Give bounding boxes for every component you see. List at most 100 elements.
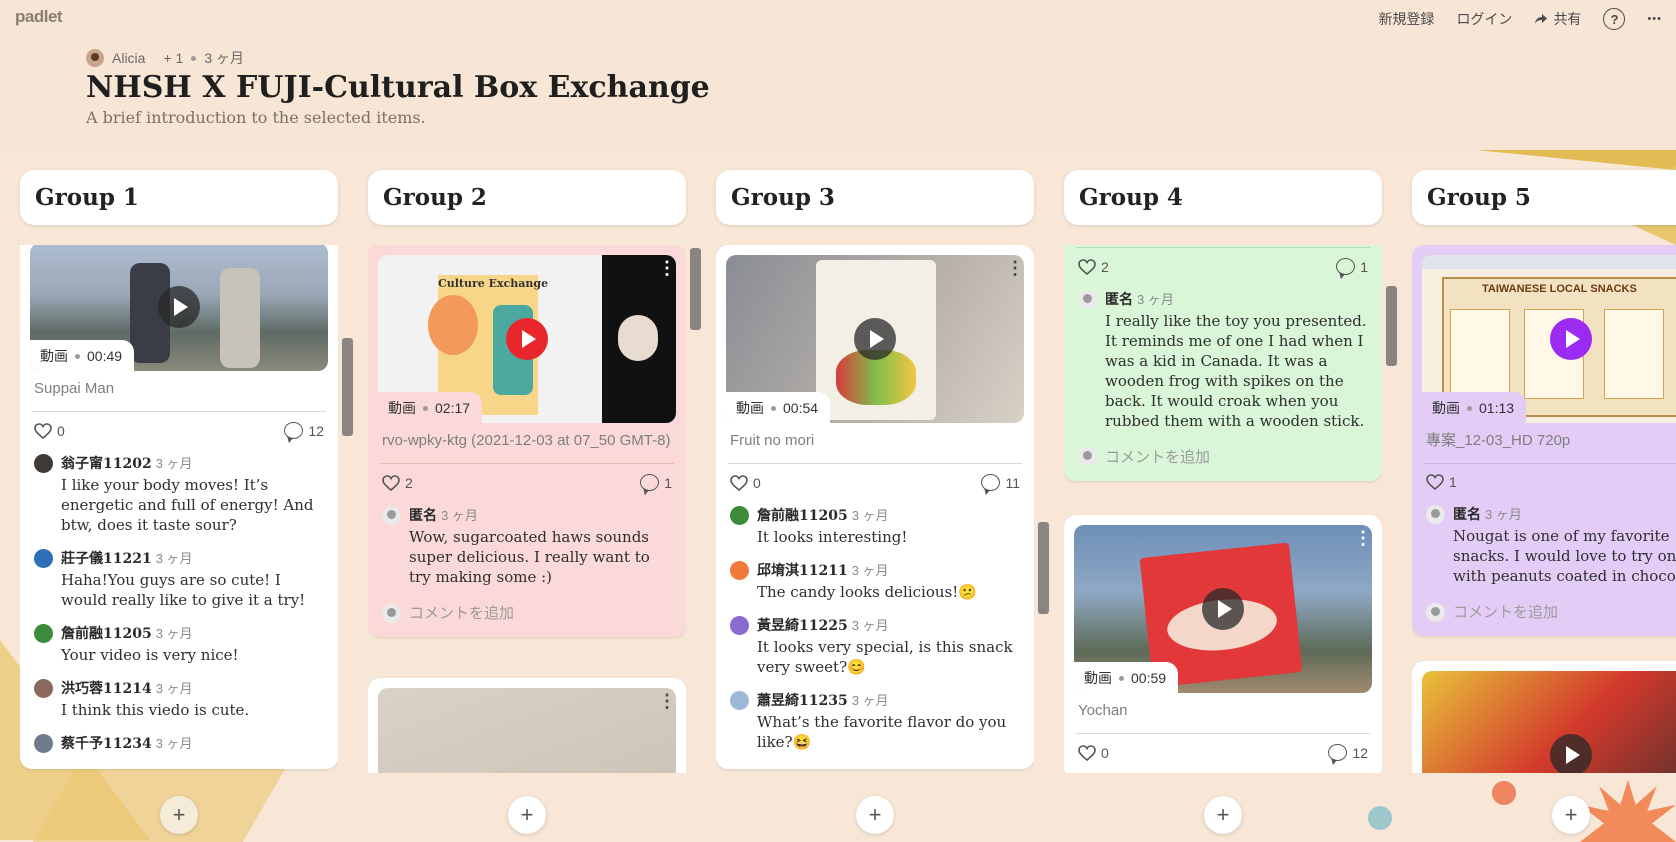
- comment-button[interactable]: 11: [981, 474, 1020, 492]
- column-scrollbar[interactable]: [690, 248, 701, 330]
- play-icon[interactable]: [1550, 318, 1592, 360]
- column-title[interactable]: Group 5: [1412, 170, 1676, 225]
- video-label: 動画: [1084, 670, 1112, 686]
- play-icon[interactable]: [158, 286, 200, 328]
- add-comment-input[interactable]: コメントを追加: [378, 594, 676, 627]
- comment-button[interactable]: 12: [284, 422, 324, 440]
- divider: [728, 463, 1022, 465]
- column-title[interactable]: Group 3: [716, 170, 1034, 225]
- comment-item: 詹前融11205 3 ヶ月 It looks interesting!: [726, 499, 1024, 554]
- play-icon[interactable]: [1550, 734, 1592, 773]
- add-post-button[interactable]: +: [1552, 796, 1590, 834]
- column-scrollbar[interactable]: [1038, 522, 1049, 614]
- add-comment-input[interactable]: コメントを追加: [1422, 593, 1676, 626]
- comment-item: 邱堉淇11211 3 ヶ月 The candy looks delicious!😕: [726, 554, 1024, 609]
- post-title: Fruit no mori: [730, 432, 815, 449]
- board-age: 3 ヶ月: [204, 50, 245, 66]
- like-button[interactable]: 0: [730, 475, 761, 491]
- share-button[interactable]: 共有: [1534, 9, 1581, 29]
- post-card[interactable]: ⋮: [368, 678, 686, 773]
- like-count: 0: [57, 422, 65, 439]
- anonymous-avatar: [382, 603, 401, 623]
- add-comment-placeholder: コメントを追加: [1105, 448, 1211, 466]
- comment-button[interactable]: 1: [640, 474, 672, 492]
- comment-icon: [284, 422, 304, 440]
- like-button[interactable]: 2: [1078, 259, 1109, 275]
- author-name[interactable]: Alicia: [112, 50, 145, 66]
- reactions-bar: 0 11: [726, 466, 1024, 499]
- video-thumbnail[interactable]: ⋮ 動画 00:54: [726, 255, 1024, 423]
- commenter-name: 詹前融11205: [757, 508, 848, 525]
- login-link[interactable]: ログイン: [1456, 9, 1512, 29]
- video-thumbnail[interactable]: [1422, 671, 1676, 773]
- image-thumbnail[interactable]: ⋮: [378, 688, 676, 773]
- post-card[interactable]: [1412, 661, 1676, 773]
- comment-text: I think this viedo is cute.: [61, 700, 250, 719]
- comment-icon: [640, 474, 660, 492]
- video-label: 動画: [40, 348, 68, 364]
- add-comment-input[interactable]: コメントを追加: [1074, 438, 1372, 471]
- more-icon[interactable]: ⋮: [658, 692, 676, 712]
- post-card[interactable]: Culture Exchange ⋮ 動画 02:17 rvo-wpky-ktg…: [368, 245, 686, 638]
- decor-dot: [1492, 781, 1516, 805]
- comment-button[interactable]: 12: [1328, 744, 1368, 762]
- signup-link[interactable]: 新規登録: [1378, 9, 1434, 29]
- video-thumbnail[interactable]: Culture Exchange ⋮ 動画 02:17: [378, 255, 676, 423]
- reactions-bar: 2 1: [1074, 250, 1372, 283]
- like-button[interactable]: 1: [1426, 474, 1457, 491]
- like-button[interactable]: 0: [1078, 745, 1109, 761]
- more-icon[interactable]: ⋮: [1354, 529, 1372, 549]
- column-group-4: Group 4 2 1 匿名 3 ヶ月 I really like the toy…: [1064, 170, 1382, 773]
- comment-time: 3 ヶ月: [155, 680, 193, 696]
- add-post-button[interactable]: +: [1204, 796, 1242, 834]
- post-card[interactable]: ⋮ 動画 00:59 Yochan 0 12: [1064, 515, 1382, 773]
- divider: [1076, 247, 1370, 248]
- anonymous-avatar: [382, 506, 401, 526]
- more-icon[interactable]: ⋮: [1006, 259, 1024, 279]
- add-post-button[interactable]: +: [160, 796, 198, 834]
- like-button[interactable]: 2: [382, 475, 413, 491]
- more-icon[interactable]: ⋮: [658, 259, 676, 279]
- video-thumbnail[interactable]: ⋮ 動画 00:59: [1074, 525, 1372, 693]
- video-thumbnail[interactable]: TAIWANESE LOCAL SNACKS 動画 01:13: [1422, 255, 1676, 423]
- column-title[interactable]: Group 2: [368, 170, 686, 225]
- post-card[interactable]: 動画 00:49 Suppai Man 0 12 翁子甯11202 3 ヶ月 I…: [20, 245, 338, 769]
- column-title[interactable]: Group 4: [1064, 170, 1382, 225]
- add-comment-placeholder: コメントを追加: [1453, 604, 1559, 622]
- person-figure: [220, 268, 260, 368]
- more-icon[interactable]: •••: [1647, 13, 1662, 25]
- column-scrollbar[interactable]: [342, 338, 353, 436]
- heart-icon: [382, 474, 400, 491]
- commenter-name: 匿名: [1105, 292, 1133, 308]
- slide-box: [1604, 309, 1664, 399]
- separator-dot: [1119, 675, 1124, 681]
- video-thumbnail[interactable]: 動画 00:49: [30, 245, 328, 371]
- like-button[interactable]: 0: [34, 423, 65, 439]
- comment-button[interactable]: 1: [1336, 258, 1368, 275]
- video-label: 動画: [736, 400, 764, 416]
- post-card[interactable]: TAIWANESE LOCAL SNACKS 動画 01:13 專案_12-03…: [1412, 245, 1676, 637]
- play-icon[interactable]: [1202, 588, 1244, 630]
- video-duration: 00:59: [1131, 670, 1167, 686]
- column-title[interactable]: Group 1: [20, 170, 338, 225]
- add-post-button[interactable]: +: [856, 796, 894, 834]
- column-scrollbar[interactable]: [1386, 286, 1397, 366]
- add-post-button[interactable]: +: [508, 796, 546, 834]
- commenter-name: 洪巧蓉11214: [61, 680, 152, 697]
- avatar: [34, 733, 53, 753]
- heart-icon: [730, 474, 748, 491]
- collaborator-count[interactable]: + 1: [163, 50, 183, 66]
- post-card[interactable]: ⋮ 動画 00:54 Fruit no mori 0 11 詹前融11205 3…: [716, 245, 1034, 769]
- heart-icon: [1078, 744, 1096, 761]
- play-icon[interactable]: [854, 318, 896, 360]
- anonymous-avatar: [1426, 505, 1445, 525]
- padlet-logo[interactable]: padlet: [15, 7, 63, 27]
- video-duration: 01:13: [1479, 400, 1515, 416]
- play-icon[interactable]: [506, 318, 548, 360]
- post-card[interactable]: 2 1 匿名 3 ヶ月 I really like the toy you pre…: [1064, 245, 1382, 481]
- video-label: 動画: [388, 400, 416, 416]
- anonymous-avatar: [1078, 447, 1097, 467]
- avatar[interactable]: [86, 49, 104, 67]
- comment-time: 3 ヶ月: [851, 508, 889, 524]
- help-icon[interactable]: ?: [1603, 8, 1626, 30]
